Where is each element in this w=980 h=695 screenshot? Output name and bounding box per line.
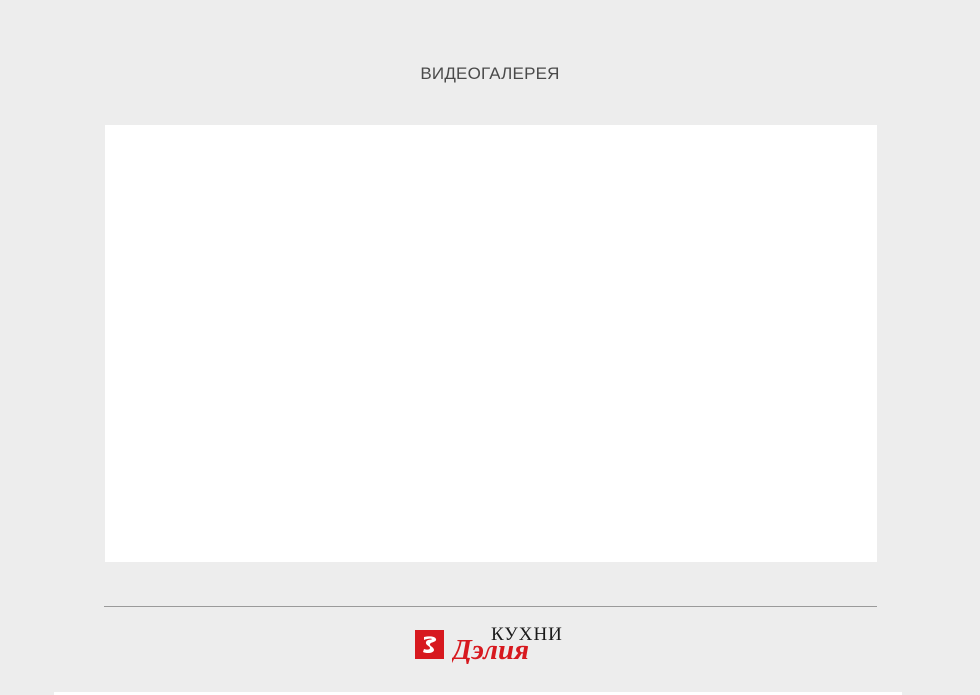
page-title: ВИДЕОГАЛЕРЕЯ <box>420 64 560 83</box>
brand-logo[interactable]: КУХНИ Дэлия <box>415 624 575 664</box>
brand-mark-icon <box>415 630 444 659</box>
logo-script-text: Дэлия <box>452 634 529 664</box>
svg-text:Дэлия: Дэлия <box>452 634 529 664</box>
video-player[interactable] <box>105 125 877 562</box>
footer-divider <box>104 606 877 607</box>
